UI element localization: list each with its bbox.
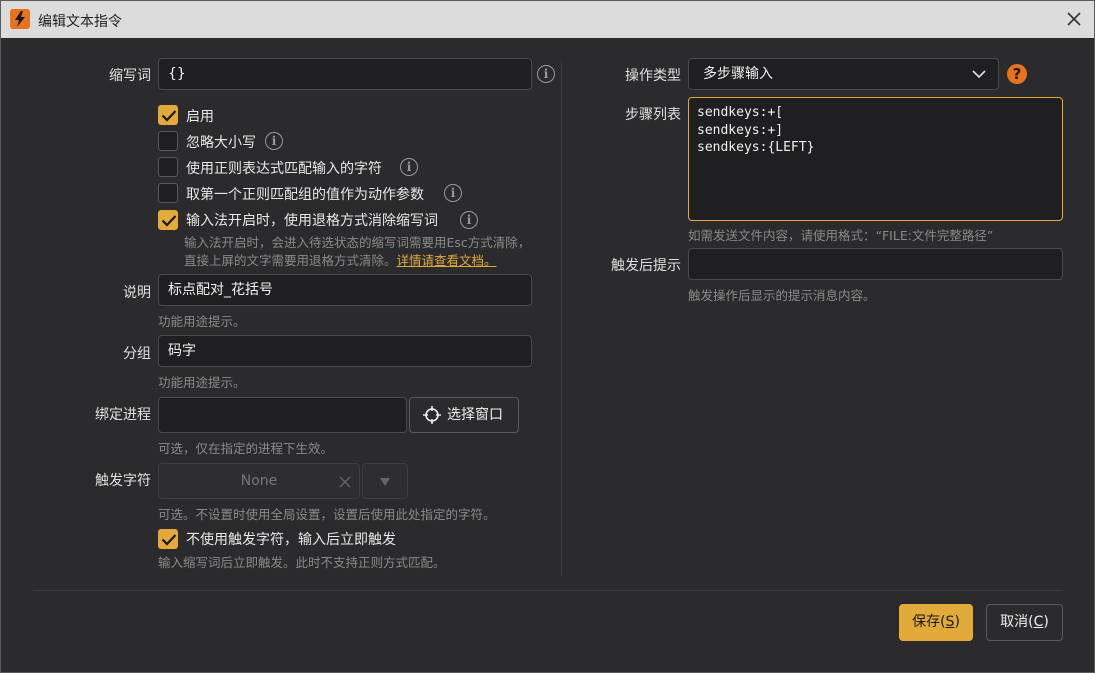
column-divider — [561, 61, 562, 576]
help-icon[interactable]: ? — [1007, 64, 1027, 84]
regex-group-info-icon[interactable]: i — [444, 184, 462, 202]
docs-link[interactable]: 详情请查看文档。 — [397, 253, 497, 268]
no-trigger-label: 不使用触发字符，输入后立即触发 — [186, 532, 396, 548]
cancel-label: 取消( — [1000, 614, 1034, 630]
action-type-dropdown[interactable]: 多步骤输入 — [688, 58, 999, 90]
ignore-case-checkbox[interactable] — [158, 131, 178, 151]
process-hint: 可选，仅在指定的进程下生效。 — [158, 441, 334, 456]
cancel-button[interactable]: 取消(C) — [986, 604, 1063, 641]
after-trigger-hint: 触发操作后显示的提示消息内容。 — [688, 288, 876, 303]
steps-textarea[interactable]: sendkeys:+[ sendkeys:+] sendkeys:{LEFT} — [688, 97, 1063, 221]
process-label: 绑定进程 — [95, 407, 151, 423]
ignore-case-info-icon[interactable]: i — [265, 132, 283, 150]
after-trigger-input[interactable] — [688, 248, 1063, 280]
steps-label: 步骤列表 — [625, 107, 681, 123]
ignore-case-label: 忽略大小写 — [186, 135, 256, 151]
use-regex-label: 使用正则表达式匹配输入的字符 — [186, 161, 382, 177]
step-line: sendkeys:{LEFT} — [697, 140, 815, 155]
no-trigger-checkbox[interactable] — [158, 529, 178, 549]
process-input[interactable] — [158, 397, 407, 433]
trigger-value: None — [240, 473, 278, 489]
save-button[interactable]: 保存(S) — [899, 604, 973, 641]
window-title: 编辑文本指令 — [38, 14, 122, 30]
edit-text-command-dialog: 编辑文本指令 缩写词 {} i 启用 忽略大小写 i 使用正则表达式匹配输入的字… — [0, 0, 1095, 673]
title-bar: 编辑文本指令 — [1, 1, 1094, 38]
action-type-value: 多步骤输入 — [703, 66, 773, 82]
description-hint: 功能用途提示。 — [158, 314, 246, 329]
save-label-end: ) — [954, 614, 960, 630]
description-input[interactable]: 标点配对_花括号 — [158, 274, 532, 306]
trigger-select[interactable]: None — [158, 463, 360, 499]
regex-group-checkbox[interactable] — [158, 183, 178, 203]
trigger-dropdown-button[interactable] — [362, 463, 408, 499]
triangle-down-icon — [380, 478, 390, 486]
trigger-hint: 可选。不设置时使用全局设置，设置后使用此处指定的字符。 — [158, 507, 496, 522]
close-icon[interactable] — [1064, 9, 1084, 29]
select-window-label: 选择窗口 — [447, 407, 503, 423]
abbr-input[interactable]: {} — [158, 58, 532, 90]
ime-backspace-checkbox[interactable] — [158, 210, 178, 230]
save-label: 保存( — [912, 614, 946, 630]
abbr-label: 缩写词 — [109, 68, 151, 84]
ime-hint-line2: 直接上屏的文字需要用退格方式清除。详情请查看文档。 — [184, 250, 497, 269]
ime-backspace-info-icon[interactable]: i — [460, 211, 478, 229]
step-line: sendkeys:+[ — [697, 105, 784, 120]
footer-divider — [33, 590, 1063, 591]
cancel-shortcut: C — [1033, 614, 1044, 630]
app-logo-icon — [10, 9, 30, 29]
group-hint: 功能用途提示。 — [158, 375, 246, 390]
description-label: 说明 — [123, 285, 151, 301]
select-window-button[interactable]: 选择窗口 — [409, 397, 519, 433]
group-label: 分组 — [123, 346, 151, 362]
cancel-label-end: ) — [1043, 614, 1049, 630]
abbr-info-icon[interactable]: i — [537, 65, 555, 83]
clear-icon[interactable] — [339, 476, 351, 488]
use-regex-checkbox[interactable] — [158, 157, 178, 177]
chevron-down-icon — [972, 70, 986, 79]
trigger-label: 触发字符 — [95, 473, 151, 489]
after-trigger-label: 触发后提示 — [611, 258, 681, 274]
ime-backspace-label: 输入法开启时，使用退格方式消除缩写词 — [186, 213, 438, 229]
step-line: sendkeys:+] — [697, 122, 784, 138]
no-trigger-hint: 输入缩写词后立即触发。此时不支持正则方式匹配。 — [158, 555, 446, 570]
ime-hint-line1: 输入法开启时，会进入待选状态的缩写词需要用Esc方式清除， — [184, 235, 531, 250]
ime-hint-line2-text: 直接上屏的文字需要用退格方式清除。 — [184, 253, 397, 268]
crosshair-icon — [423, 406, 441, 424]
regex-group-label: 取第一个正则匹配组的值作为动作参数 — [186, 187, 424, 203]
steps-hint: 如需发送文件内容，请使用格式：“FILE:文件完整路径” — [688, 228, 994, 243]
enable-checkbox[interactable] — [158, 105, 178, 125]
group-input[interactable]: 码字 — [158, 335, 532, 367]
use-regex-info-icon[interactable]: i — [400, 158, 418, 176]
action-type-label: 操作类型 — [625, 68, 681, 84]
enable-label: 启用 — [186, 109, 214, 125]
